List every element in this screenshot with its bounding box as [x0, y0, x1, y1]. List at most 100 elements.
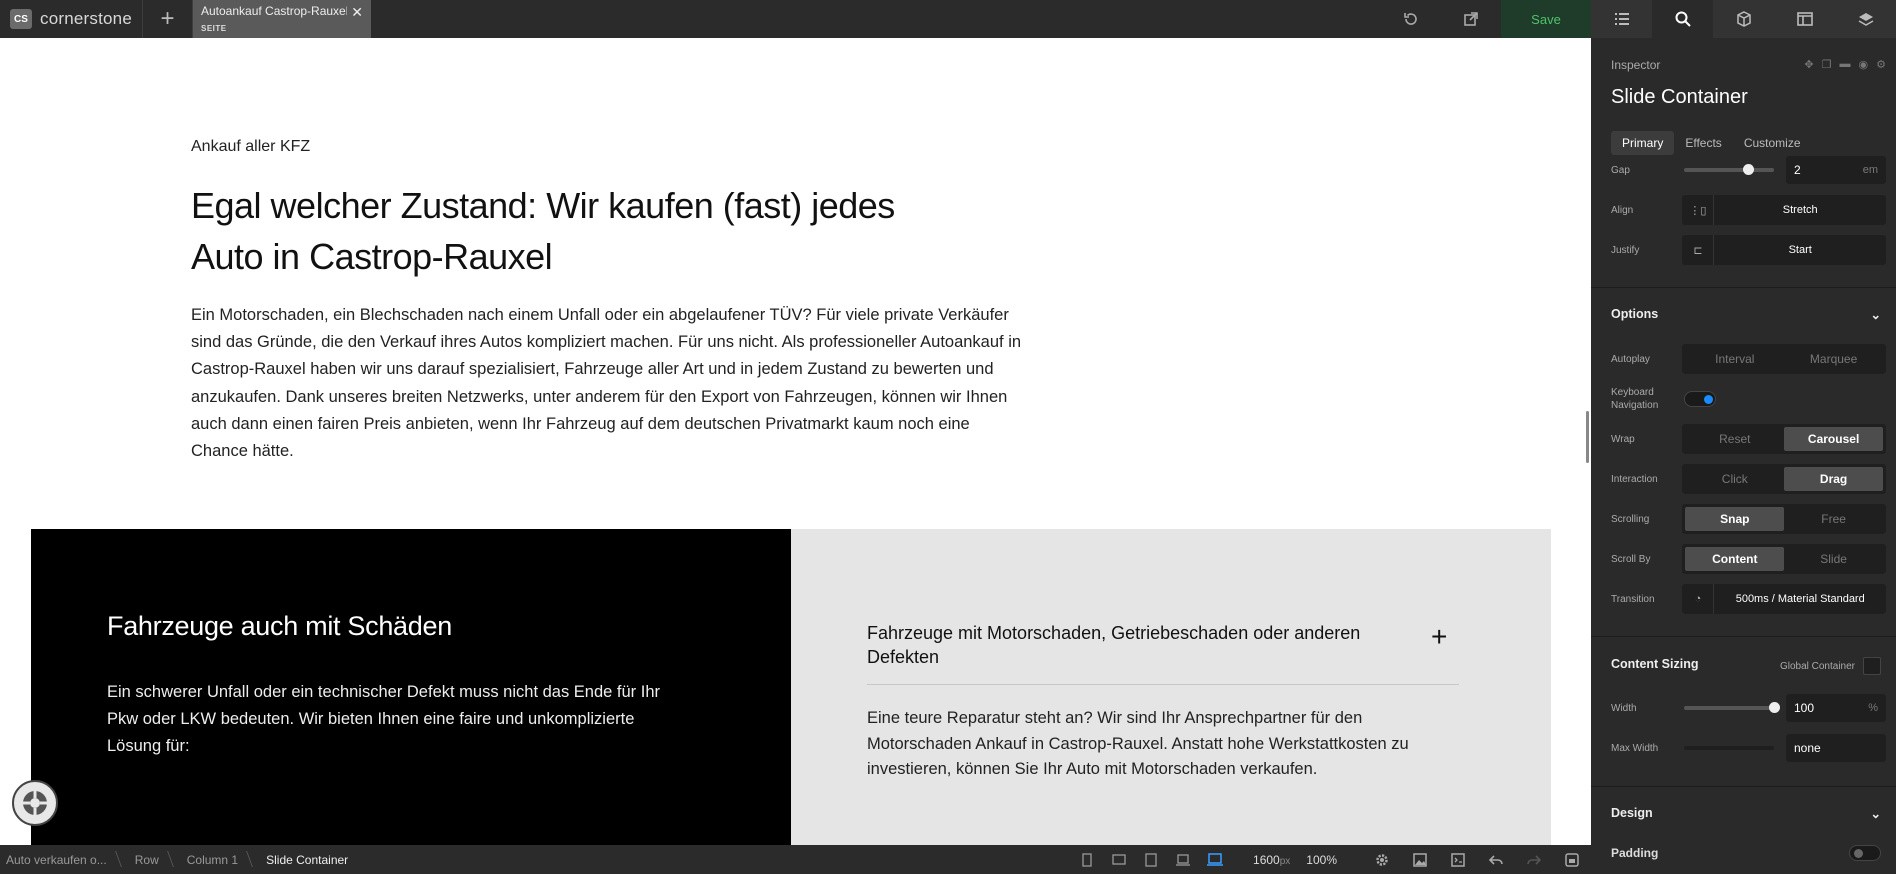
- justify-value: Start: [1788, 244, 1812, 256]
- gap-unit[interactable]: em: [1863, 164, 1878, 176]
- tablet-icon[interactable]: [1135, 845, 1167, 874]
- accordion-divider: [867, 684, 1459, 685]
- breadcrumb-item[interactable]: Row: [121, 845, 173, 874]
- bottom-bar: Auto verkaufen o... Row Column 1 Slide C…: [0, 845, 1591, 874]
- accordion-column: Fahrzeuge mit Motorschaden, Getriebescha…: [791, 529, 1551, 845]
- scroll-by-label: Scroll By: [1611, 553, 1651, 565]
- desktop-icon[interactable]: [1199, 845, 1231, 874]
- tab-primary[interactable]: Primary: [1611, 131, 1675, 155]
- max-width-slider[interactable]: [1684, 746, 1774, 750]
- dark-column-text: Ein schwerer Unfall oder ein technischer…: [107, 683, 661, 755]
- laptop-icon[interactable]: [1167, 845, 1199, 874]
- width-label: Width: [1611, 702, 1637, 714]
- zoom-value[interactable]: 100%: [1298, 853, 1345, 867]
- width-unit[interactable]: %: [1868, 702, 1878, 714]
- phone-small-icon[interactable]: [1071, 845, 1103, 874]
- layout-icon[interactable]: [1774, 0, 1835, 38]
- document-tab[interactable]: Autoankauf Castrop-Rauxel SEITE ✕: [192, 0, 371, 38]
- breadcrumb-item[interactable]: Column 1: [173, 845, 252, 874]
- gap-input[interactable]: 2 em: [1786, 156, 1886, 184]
- phone-landscape-icon[interactable]: [1103, 845, 1135, 874]
- autoplay-interval[interactable]: Interval: [1685, 347, 1784, 371]
- width-slider[interactable]: [1684, 702, 1780, 713]
- justify-select[interactable]: ⊏ Start: [1682, 235, 1886, 265]
- scrolling-snap[interactable]: Snap: [1685, 507, 1785, 531]
- options-title: Options: [1611, 307, 1659, 321]
- section-lead-text: Ein Motorschaden, ein Blechschaden nach …: [191, 306, 1022, 461]
- width-input[interactable]: 100%: [1786, 694, 1886, 722]
- wrap-reset[interactable]: Reset: [1685, 427, 1784, 451]
- eye-icon[interactable]: ◉: [1859, 58, 1869, 71]
- align-select[interactable]: ⋮▯ Stretch: [1682, 195, 1886, 225]
- external-link-icon[interactable]: [1441, 0, 1501, 38]
- breadcrumb-item[interactable]: Auto verkaufen o...: [0, 845, 121, 874]
- gear-icon[interactable]: ⚙: [1876, 58, 1886, 71]
- max-width-label: Max Width: [1611, 742, 1659, 754]
- trash-icon[interactable]: ▬: [1840, 58, 1851, 71]
- width-slider-knob[interactable]: [1769, 702, 1780, 713]
- save-button[interactable]: Save: [1501, 0, 1591, 38]
- global-container-checkbox[interactable]: [1863, 657, 1881, 675]
- duplicate-icon[interactable]: ❐: [1822, 58, 1832, 71]
- gap-slider[interactable]: [1684, 164, 1774, 175]
- section-kicker: Ankauf aller KFZ: [191, 138, 311, 155]
- app-logo[interactable]: CS cornerstone: [0, 0, 143, 38]
- dark-column-heading: Fahrzeuge auch mit Schäden: [107, 611, 452, 641]
- content-sizing-title: Content Sizing: [1611, 657, 1699, 671]
- cube-icon[interactable]: [1713, 0, 1774, 38]
- history-icon[interactable]: [1381, 0, 1441, 38]
- interaction-click[interactable]: Click: [1685, 467, 1784, 491]
- design-section-header[interactable]: Design ⌄: [1611, 806, 1881, 821]
- canvas-width-value[interactable]: 1600: [1253, 853, 1280, 867]
- top-toolbar: CS cornerstone + Autoankauf Castrop-Raux…: [0, 0, 1591, 38]
- wrap-label: Wrap: [1611, 433, 1635, 445]
- max-width-value: none: [1794, 741, 1821, 755]
- autoplay-marquee[interactable]: Marquee: [1784, 347, 1883, 371]
- logo-text: cornerstone: [40, 9, 132, 28]
- tab-effects[interactable]: Effects: [1674, 131, 1732, 155]
- timer-icon: ◔: [1682, 584, 1715, 614]
- close-icon[interactable]: ✕: [351, 4, 363, 21]
- wrap-carousel[interactable]: Carousel: [1784, 427, 1883, 451]
- move-icon[interactable]: ✥: [1804, 58, 1813, 71]
- interaction-drag[interactable]: Drag: [1784, 467, 1883, 491]
- tab-customize[interactable]: Customize: [1733, 131, 1812, 155]
- options-section-header[interactable]: Options ⌄: [1611, 307, 1881, 322]
- settings-gear-icon[interactable]: [1363, 845, 1401, 874]
- autoplay-label: Autoplay: [1611, 353, 1650, 365]
- breadcrumb-item-current[interactable]: Slide Container: [252, 845, 362, 874]
- tab-subtitle: SEITE: [200, 24, 227, 33]
- gap-slider-knob[interactable]: [1743, 164, 1754, 175]
- justify-start-icon: ⊏: [1682, 235, 1715, 265]
- transition-select[interactable]: ◔ 500ms / Material Standard: [1682, 584, 1886, 614]
- scrolling-label: Scrolling: [1611, 513, 1650, 525]
- search-icon[interactable]: [1652, 0, 1713, 38]
- list-icon[interactable]: [1591, 0, 1652, 38]
- plus-icon[interactable]: +: [1431, 623, 1447, 651]
- layers-icon[interactable]: [1835, 0, 1896, 38]
- canvas-scrollbar[interactable]: [1586, 411, 1589, 463]
- scrolling-free[interactable]: Free: [1784, 507, 1883, 531]
- max-width-input[interactable]: none: [1786, 734, 1886, 762]
- global-container-label: Global Container: [1779, 660, 1855, 672]
- gap-value: 2: [1794, 163, 1801, 177]
- transition-label: Transition: [1611, 593, 1655, 605]
- gap-label: Gap: [1611, 164, 1630, 176]
- scroll-by-slide[interactable]: Slide: [1784, 547, 1883, 571]
- code-icon[interactable]: [1439, 845, 1477, 874]
- padding-toggle[interactable]: [1849, 845, 1881, 861]
- accordion-item-title[interactable]: Fahrzeuge mit Motorschaden, Getriebescha…: [867, 621, 1407, 669]
- redo-icon[interactable]: [1515, 845, 1553, 874]
- justify-label: Justify: [1611, 244, 1640, 256]
- scroll-by-content[interactable]: Content: [1685, 547, 1785, 571]
- floating-badge-icon[interactable]: [12, 780, 58, 826]
- transition-value: 500ms / Material Standard: [1735, 593, 1865, 605]
- layout-toggle-icon[interactable]: [1553, 845, 1591, 874]
- inspector-label: Inspector: [1611, 58, 1661, 72]
- image-icon[interactable]: [1401, 845, 1439, 874]
- align-label: Align: [1611, 204, 1634, 216]
- keyboard-navigation-toggle[interactable]: [1684, 391, 1716, 407]
- undo-icon[interactable]: [1477, 845, 1515, 874]
- add-tab-button[interactable]: +: [143, 0, 193, 38]
- keyboard-navigation-label: Keyboard Navigation: [1611, 387, 1659, 411]
